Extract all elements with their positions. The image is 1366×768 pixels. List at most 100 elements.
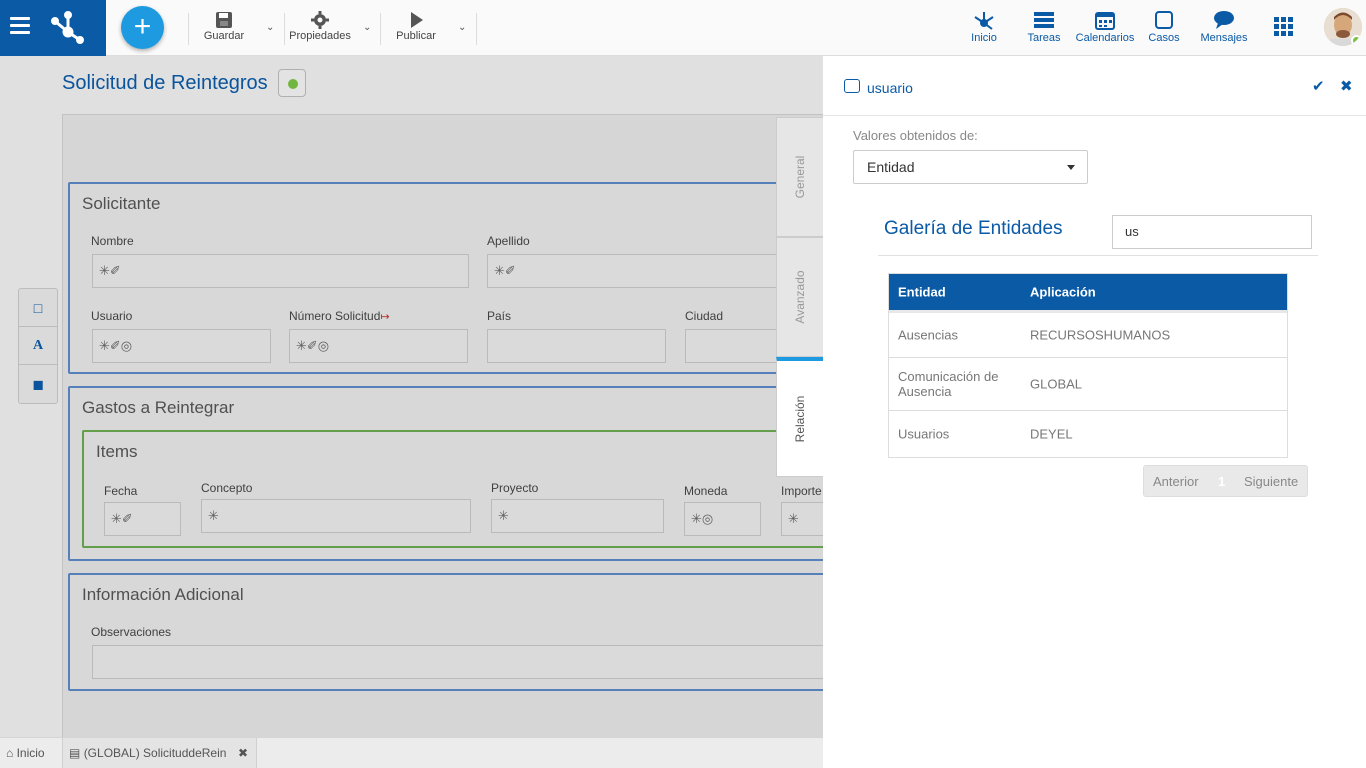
publish-button[interactable]: Publicar [394, 10, 438, 42]
field-label-numero-solicitud: Número Solicitud↦ [289, 309, 390, 323]
status-dot-icon [288, 79, 298, 89]
close-icon[interactable]: ✖ [1340, 77, 1353, 95]
nav-tasks[interactable]: Tareas [1024, 9, 1064, 44]
fecha-field[interactable]: ✳✐ [104, 502, 181, 536]
publish-label: Publicar [396, 30, 436, 42]
proyecto-field[interactable]: ✳ [491, 499, 664, 533]
play-icon [411, 12, 423, 28]
tab-advanced[interactable]: Avanzado [776, 237, 823, 357]
properties-dropdown-chevron-icon[interactable]: ⌄ [363, 22, 371, 33]
property-tabs: General Avanzado Relación [776, 117, 823, 477]
field-label-ciudad: Ciudad [685, 309, 724, 323]
nav-home[interactable]: Inicio [964, 9, 1004, 44]
properties-button[interactable]: Propiedades [288, 10, 352, 42]
nav-calendars[interactable]: Calendarios [1074, 9, 1136, 44]
tab-relation[interactable]: Relación [776, 357, 823, 477]
user-avatar[interactable] [1324, 8, 1362, 46]
divider [878, 255, 1318, 256]
nav-messages[interactable]: Mensajes [1199, 9, 1249, 44]
key-icon: ↦ [380, 311, 390, 323]
app-logo-icon[interactable] [50, 10, 86, 44]
close-tab-icon[interactable]: ✖ [238, 738, 248, 768]
save-dropdown-chevron-icon[interactable]: ⌄ [266, 22, 274, 33]
bottom-tab-bar: ⌂ Inicio ▤ (GLOBAL) SolicituddeRein ✖ [0, 737, 823, 768]
save-label: Guardar [203, 30, 245, 42]
field-label-pais: País [487, 309, 512, 323]
tab-relation-label: Relación [793, 395, 807, 442]
calendar-icon [1095, 12, 1115, 30]
publish-dropdown-chevron-icon[interactable]: ⌄ [458, 22, 466, 33]
usuario-field[interactable]: ✳✐◎ [92, 329, 271, 363]
field-label-apellido: Apellido [487, 234, 530, 248]
cell-aplicacion: DEYEL [1030, 426, 1073, 442]
column-header-aplicacion[interactable]: Aplicación [1030, 285, 1096, 300]
pais-field[interactable] [487, 329, 666, 363]
toolbar-divider [188, 13, 189, 45]
section-title: Información Adicional [82, 585, 244, 604]
section-solicitante[interactable]: Solicitante Nombre ✳✐ Apellido ✳✐ Usuari… [68, 182, 832, 374]
field-label-observaciones: Observaciones [91, 625, 172, 639]
toolbar-divider [476, 13, 477, 45]
properties-panel: usuario ✔ ✖ Valores obtenidos de: Entida… [823, 56, 1366, 768]
home-network-icon [974, 12, 994, 30]
confirm-check-icon[interactable]: ✔ [1312, 77, 1325, 95]
field-checkbox[interactable] [844, 79, 860, 93]
cell-entidad: Usuarios [898, 426, 950, 442]
nombre-field[interactable]: ✳✐ [92, 254, 469, 288]
tab-general[interactable]: General [776, 117, 823, 237]
text-icon[interactable]: A [19, 327, 57, 365]
section-info-adicional[interactable]: Información Adicional Observaciones [68, 573, 832, 691]
bottom-tab-home[interactable]: ⌂ Inicio [0, 738, 51, 768]
section-items[interactable]: Items Fecha ✳✐ Concepto ✳ Proyecto ✳ Mon… [82, 430, 842, 548]
cell-entidad: Ausencias [898, 327, 958, 343]
apps-grid-icon[interactable] [1274, 17, 1294, 37]
menu-icon[interactable] [10, 17, 30, 35]
moneda-field[interactable]: ✳◎ [684, 502, 761, 536]
pager-next-button[interactable]: Siguiente [1244, 474, 1298, 489]
toolbar-divider [380, 13, 381, 45]
column-header-entidad[interactable]: Entidad [898, 285, 1018, 300]
cube-icon[interactable]: ◼ [19, 365, 57, 403]
laptop-icon[interactable]: □ [19, 289, 57, 327]
left-toolbox: □ A ◼ [18, 288, 58, 404]
cell-aplicacion: GLOBAL [1030, 376, 1083, 392]
table-row[interactable]: Ausencias RECURSOSHUMANOS [889, 310, 1287, 357]
table-row[interactable]: Comunicación de Ausencia GLOBAL [889, 357, 1287, 410]
table-row[interactable]: Usuarios DEYEL [889, 410, 1287, 457]
source-select[interactable]: Entidad [853, 150, 1088, 184]
tasks-icon [1034, 12, 1054, 28]
section-title: Gastos a Reintegrar [82, 398, 235, 417]
entity-table: Entidad Aplicación Ausencias RECURSOSHUM… [888, 273, 1288, 458]
properties-label: Propiedades [289, 30, 351, 42]
pager-prev-button[interactable]: Anterior [1153, 474, 1199, 489]
cell-entidad: Comunicación de Ausencia [898, 369, 999, 399]
document-icon: ▤ [69, 746, 81, 760]
toolbar-divider [284, 13, 285, 45]
brand-area [0, 0, 106, 56]
gallery-title: Galería de Entidades [884, 218, 1063, 239]
gallery-search-input[interactable]: us [1112, 215, 1312, 249]
section-gastos[interactable]: Gastos a Reintegrar Items Fecha ✳✐ Conce… [68, 386, 842, 561]
nav-messages-label: Mensajes [1200, 32, 1248, 44]
pager-page-number[interactable]: 1 [1218, 474, 1225, 489]
online-status-indicator [1351, 35, 1362, 46]
case-icon [1155, 11, 1173, 29]
observaciones-field[interactable] [92, 645, 832, 679]
nav-home-label: Inicio [971, 32, 997, 44]
bottom-tab-document[interactable]: ▤ (GLOBAL) SolicituddeRein ✖ [62, 738, 257, 768]
pagination: Anterior 1 Siguiente [1143, 465, 1308, 497]
nav-cases[interactable]: Casos [1146, 9, 1182, 44]
section-title: Items [96, 442, 138, 461]
add-button[interactable]: + [121, 6, 164, 49]
save-button[interactable]: Guardar [202, 10, 246, 42]
tab-general-label: General [793, 155, 807, 199]
status-badge[interactable] [278, 69, 306, 97]
nav-cases-label: Casos [1148, 32, 1180, 44]
tab-advanced-label: Avanzado [793, 270, 807, 324]
numero-solicitud-field[interactable]: ✳✐◎ [289, 329, 468, 363]
page-title: Solicitud de Reintegros [62, 72, 268, 94]
concepto-field[interactable]: ✳ [201, 499, 471, 533]
field-label-fecha: Fecha [104, 484, 138, 498]
source-select-value: Entidad [867, 159, 915, 175]
source-label: Valores obtenidos de: [853, 128, 978, 143]
